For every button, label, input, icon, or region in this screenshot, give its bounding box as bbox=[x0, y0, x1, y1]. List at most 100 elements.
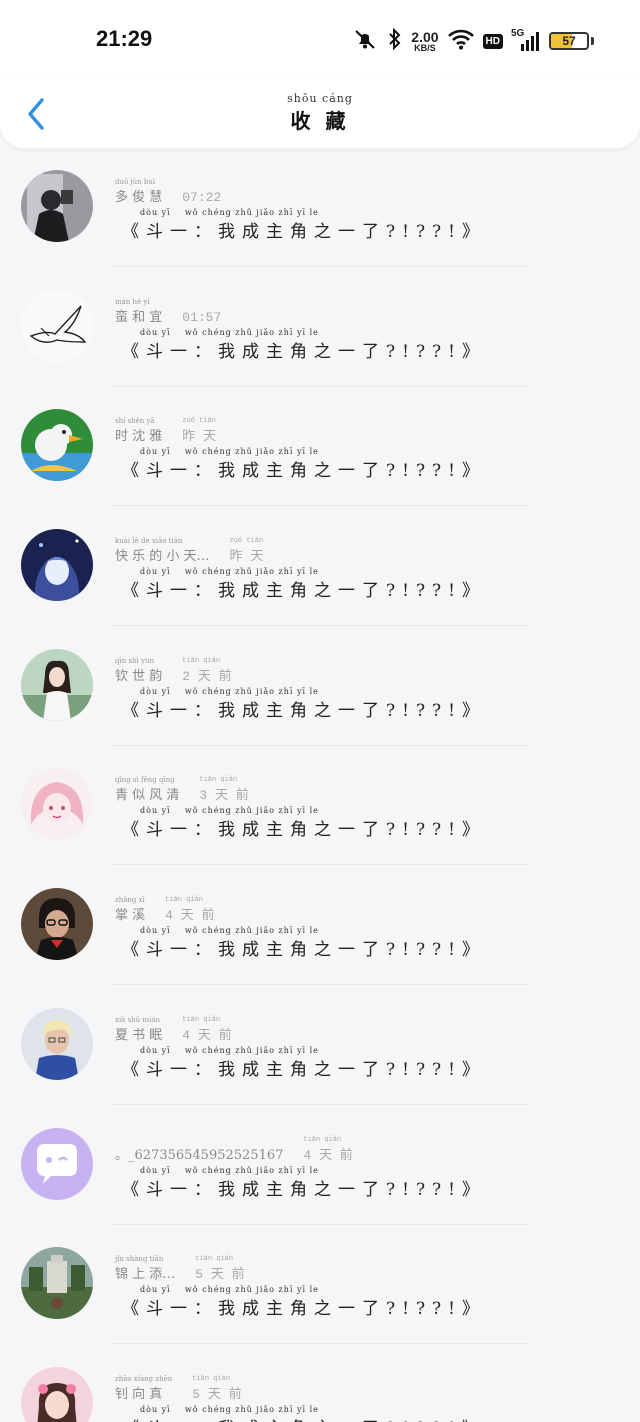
avatar-image bbox=[21, 1366, 93, 1422]
user-name-text: 锦 上 添… bbox=[115, 1267, 176, 1283]
list-item[interactable]: mán hé yí 蛮 和 宜 01:57 dòu yī wǒ chéng zh… bbox=[0, 268, 640, 388]
user-name-pinyin: shí shěn yǎ bbox=[115, 417, 155, 426]
user-name: duō jùn huì 多 俊 慧 bbox=[115, 178, 162, 205]
user-name: qīn shì yùn 钦 世 韵 bbox=[115, 657, 162, 684]
item-time: 07:22 bbox=[182, 190, 221, 205]
battery-cap bbox=[591, 37, 594, 45]
item-content[interactable]: dòu yī wǒ chéng zhǔ jiǎo zhī yī le 《斗一：我… bbox=[122, 1285, 486, 1319]
avatar[interactable] bbox=[21, 1247, 93, 1320]
item-time-text: 5 天 前 bbox=[195, 1267, 245, 1283]
item-time-pinyin: tiān qián bbox=[165, 896, 203, 905]
user-name-text: 掌 溪 bbox=[115, 908, 146, 924]
user-name-pinyin: zhǎng xī bbox=[115, 896, 145, 905]
item-content-pinyin: dòu yī wǒ chéng zhǔ jiǎo zhī yī le bbox=[140, 567, 319, 577]
list-item[interactable]: 。_627356545952525167 tiān qián 4 天 前 dòu… bbox=[0, 1106, 640, 1226]
status-bar: 21:29 2.00 KB/S HD 5G 57 bbox=[0, 0, 640, 80]
item-time-text: 3 天 前 bbox=[199, 788, 249, 804]
item-time-text: 4 天 前 bbox=[182, 1027, 232, 1043]
list-item[interactable]: jǐn shàng tiān 锦 上 添… tiān qián 5 天 前 dò… bbox=[0, 1225, 640, 1345]
item-meta: mán hé yí 蛮 和 宜 01:57 bbox=[115, 298, 221, 325]
item-time: tiān qián 2 天 前 bbox=[182, 657, 231, 684]
item-time: tiān qián 5 天 前 bbox=[192, 1375, 241, 1402]
avatar[interactable] bbox=[21, 1366, 93, 1422]
item-content-pinyin: dòu yī wǒ chéng zhǔ jiǎo zhī yī le bbox=[140, 447, 319, 457]
item-meta: shí shěn yǎ 时 沈 雅 zuó tiān 昨 天 bbox=[115, 417, 216, 444]
item-content-text: 《斗一：我成主角之一了?!??!》 bbox=[122, 341, 487, 362]
item-content[interactable]: dòu yī wǒ chéng zhǔ jiǎo zhī yī le 《斗一：我… bbox=[122, 687, 486, 721]
item-content-text: 《斗一：我成主角之一了?!??!》 bbox=[122, 700, 487, 721]
item-time-text: 昨 天 bbox=[229, 549, 264, 565]
chat-bubble-icon bbox=[21, 1127, 93, 1200]
list-item[interactable]: zhǎng xī 掌 溪 tiān qián 4 天 前 dòu yī wǒ c… bbox=[0, 866, 640, 986]
user-name: qīng sì fēng qīng 青 似 风 清 bbox=[115, 776, 179, 803]
item-time-text: 4 天 前 bbox=[303, 1147, 353, 1163]
hd-badge: HD bbox=[482, 33, 503, 49]
user-name: xià shū mián 夏 书 眠 bbox=[115, 1016, 162, 1043]
user-name-pinyin: qīng sì fēng qīng bbox=[115, 776, 175, 785]
item-time: 01:57 bbox=[182, 310, 221, 325]
list-item[interactable]: qīng sì fēng qīng 青 似 风 清 tiān qián 3 天 … bbox=[0, 746, 640, 866]
avatar[interactable] bbox=[21, 289, 93, 362]
avatar[interactable] bbox=[21, 1007, 93, 1080]
item-content[interactable]: dòu yī wǒ chéng zhǔ jiǎo zhī yī le 《斗一：我… bbox=[122, 926, 486, 960]
item-time-text: 01:57 bbox=[182, 309, 222, 325]
item-content-pinyin: dòu yī wǒ chéng zhǔ jiǎo zhī yī le bbox=[140, 806, 319, 816]
avatar[interactable] bbox=[21, 529, 93, 602]
item-content[interactable]: dòu yī wǒ chéng zhǔ jiǎo zhī yī le 《斗一：我… bbox=[122, 806, 486, 840]
nav-header: shōu cáng 收 藏 bbox=[0, 80, 640, 148]
item-content[interactable]: dòu yī wǒ chéng zhǔ jiǎo zhī yī le 《斗一：我… bbox=[122, 447, 486, 481]
item-time: zuó tiān 昨 天 bbox=[182, 417, 216, 444]
item-time-text: 5 天 前 bbox=[192, 1386, 242, 1402]
list-item[interactable]: zhāo xiàng zhēn 钊 向 真 tiān qián 5 天 前 dò… bbox=[0, 1345, 640, 1422]
user-name-text: 青 似 风 清 bbox=[115, 788, 180, 804]
user-name-text: 快 乐 的 小 天… bbox=[115, 549, 210, 565]
system-icons: 2.00 KB/S HD 5G 57 bbox=[351, 26, 594, 56]
avatar-image bbox=[21, 529, 93, 602]
avatar[interactable] bbox=[21, 768, 93, 841]
item-content-pinyin: dòu yī wǒ chéng zhǔ jiǎo zhī yī le bbox=[140, 1165, 319, 1175]
wifi-icon bbox=[447, 28, 475, 54]
item-content[interactable]: dòu yī wǒ chéng zhǔ jiǎo zhī yī le 《斗一：我… bbox=[122, 567, 486, 601]
user-name: 。_627356545952525167 bbox=[115, 1144, 283, 1163]
item-meta: zhǎng xī 掌 溪 tiān qián 4 天 前 bbox=[115, 896, 215, 923]
item-content-text: 《斗一：我成主角之一了?!??!》 bbox=[122, 1059, 487, 1080]
item-content[interactable]: dòu yī wǒ chéng zhǔ jiǎo zhī yī le 《斗一：我… bbox=[122, 1405, 486, 1422]
item-time-pinyin: tiān qián bbox=[182, 656, 221, 665]
avatar-image bbox=[21, 170, 93, 242]
item-content[interactable]: dòu yī wǒ chéng zhǔ jiǎo zhī yī le 《斗一：我… bbox=[122, 328, 486, 362]
item-content[interactable]: dòu yī wǒ chéng zhǔ jiǎo zhī yī le 《斗一：我… bbox=[122, 208, 486, 242]
user-name: shí shěn yǎ 时 沈 雅 bbox=[115, 417, 162, 444]
avatar[interactable] bbox=[21, 409, 93, 482]
list-item[interactable]: duō jùn huì 多 俊 慧 07:22 dòu yī wǒ chéng … bbox=[0, 148, 640, 268]
avatar[interactable] bbox=[21, 648, 93, 721]
item-time: tiān qián 4 天 前 bbox=[165, 896, 214, 923]
page-title: shōu cáng 收 藏 bbox=[0, 92, 640, 134]
item-content-pinyin: dòu yī wǒ chéng zhǔ jiǎo zhī yī le bbox=[140, 1045, 319, 1055]
item-content-text: 《斗一：我成主角之一了?!??!》 bbox=[122, 222, 487, 242]
item-meta: qīng sì fēng qīng 青 似 风 清 tiān qián 3 天 … bbox=[115, 776, 249, 803]
item-content-pinyin: dòu yī wǒ chéng zhǔ jiǎo zhī yī le bbox=[140, 327, 319, 337]
favorites-list: duō jùn huì 多 俊 慧 07:22 dòu yī wǒ chéng … bbox=[0, 148, 640, 1422]
list-item[interactable]: kuài lè de xiǎo tiān 快 乐 的 小 天… zuó tiān… bbox=[0, 507, 640, 627]
item-content[interactable]: dòu yī wǒ chéng zhǔ jiǎo zhī yī le 《斗一：我… bbox=[122, 1166, 486, 1200]
user-name: jǐn shàng tiān 锦 上 添… bbox=[115, 1255, 175, 1282]
item-time: zuó tiān 昨 天 bbox=[230, 537, 264, 564]
user-name-pinyin: jǐn shàng tiān bbox=[115, 1255, 164, 1264]
network-speed: 2.00 KB/S bbox=[411, 28, 439, 53]
item-time-text: 昨 天 bbox=[182, 429, 217, 445]
list-item[interactable]: qīn shì yùn 钦 世 韵 tiān qián 2 天 前 dòu yī… bbox=[0, 627, 640, 747]
avatar[interactable] bbox=[21, 888, 93, 961]
item-time-text: 4 天 前 bbox=[165, 908, 215, 924]
user-name: zhǎng xī 掌 溪 bbox=[115, 896, 145, 923]
item-time-pinyin: tiān qián bbox=[195, 1255, 234, 1264]
item-time: tiān qián 5 天 前 bbox=[195, 1255, 244, 1282]
avatar[interactable] bbox=[21, 170, 93, 242]
item-content[interactable]: dòu yī wǒ chéng zhǔ jiǎo zhī yī le 《斗一：我… bbox=[122, 1046, 486, 1080]
user-name: mán hé yí 蛮 和 宜 bbox=[115, 298, 162, 325]
list-item[interactable]: shí shěn yǎ 时 沈 雅 zuó tiān 昨 天 dòu yī wǒ… bbox=[0, 387, 640, 507]
user-name-text: 夏 书 眠 bbox=[115, 1027, 163, 1043]
avatar[interactable] bbox=[21, 1127, 93, 1200]
item-content-pinyin: dòu yī wǒ chéng zhǔ jiǎo zhī yī le bbox=[140, 1285, 319, 1295]
bluetooth-icon bbox=[387, 27, 403, 55]
list-item[interactable]: xià shū mián 夏 书 眠 tiān qián 4 天 前 dòu y… bbox=[0, 986, 640, 1106]
